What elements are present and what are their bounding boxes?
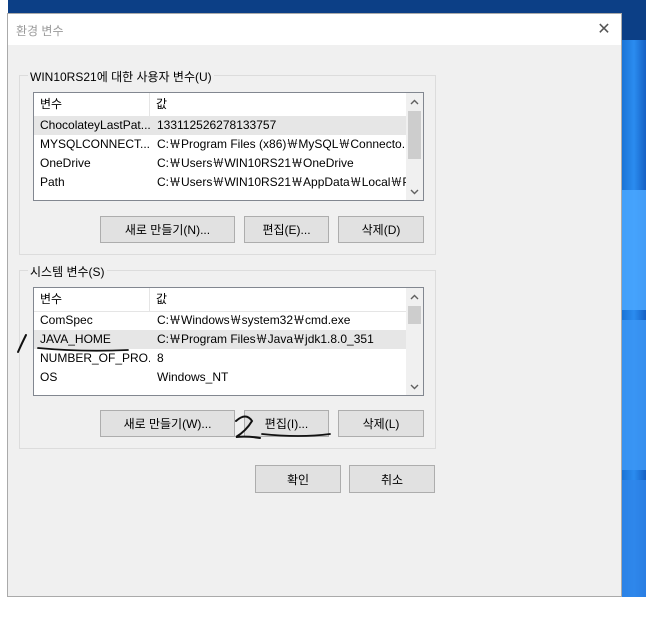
column-header-value[interactable]: 값 [150, 288, 407, 311]
list-header: 변수 값 [34, 288, 407, 312]
scroll-up-icon[interactable] [406, 93, 423, 110]
user-edit-button[interactable]: 편집(E)... [244, 216, 329, 243]
user-new-button[interactable]: 새로 만들기(N)... [100, 216, 235, 243]
desktop-window-pane [620, 190, 646, 310]
system-delete-button[interactable]: 삭제(L) [338, 410, 424, 437]
variable-value: C:￦Program Files￦Java￦jdk1.8.0_351 [157, 332, 374, 346]
vertical-scrollbar[interactable] [406, 288, 423, 395]
column-header-variable[interactable]: 변수 [34, 288, 150, 311]
scroll-down-icon[interactable] [406, 378, 423, 395]
variable-value: C:￦Users￦WIN10RS21￦OneDrive [157, 156, 354, 170]
variable-name: ComSpec [40, 313, 93, 327]
user-variables-group-label: WIN10RS21에 대한 사용자 변수(U) [28, 68, 214, 85]
table-row[interactable]: ComSpec C:￦Windows￦system32￦cmd.exe [34, 311, 407, 330]
close-icon[interactable]: ✕ [593, 18, 615, 40]
variable-name: OneDrive [40, 156, 91, 170]
variable-value: C:￦Program Files (x86)￦MySQL￦Connecto... [157, 137, 407, 151]
variable-value: 8 [157, 351, 164, 365]
ok-button[interactable]: 확인 [255, 465, 341, 493]
scroll-thumb[interactable] [408, 306, 421, 324]
system-new-button[interactable]: 새로 만들기(W)... [100, 410, 235, 437]
environment-variables-dialog: 환경 변수 ✕ WIN10RS21에 대한 사용자 변수(U) 변수 값 Cho… [7, 13, 622, 597]
variable-name: OS [40, 370, 58, 384]
user-variables-list[interactable]: 변수 값 ChocolateyLastPat... 13311252627813… [33, 92, 424, 201]
user-variables-group: WIN10RS21에 대한 사용자 변수(U) 변수 값 ChocolateyL… [19, 68, 436, 255]
system-variables-group: 시스템 변수(S) 변수 값 ComSpec C:￦Windows￦system… [19, 263, 436, 449]
variable-name: JAVA_HOME [40, 332, 111, 346]
table-row[interactable]: MYSQLCONNECT... C:￦Program Files (x86)￦M… [34, 135, 407, 154]
variable-name: ChocolateyLastPat... [40, 118, 150, 132]
variable-name: NUMBER_OF_PRO... [40, 351, 150, 365]
user-delete-button[interactable]: 삭제(D) [338, 216, 424, 243]
variable-value: Windows_NT [157, 370, 229, 384]
scroll-up-icon[interactable] [406, 288, 423, 305]
table-row[interactable]: Path C:￦Users￦WIN10RS21￦AppData￦Local￦P.… [34, 173, 407, 192]
title-bar[interactable]: 환경 변수 ✕ [8, 14, 621, 45]
system-edit-button[interactable]: 편집(I)... [244, 410, 329, 437]
variable-name: Path [40, 175, 65, 189]
variable-value: C:￦Windows￦system32￦cmd.exe [157, 313, 351, 327]
column-header-value[interactable]: 값 [150, 93, 407, 116]
system-variables-group-label: 시스템 변수(S) [28, 263, 107, 280]
variable-value: 133112526278133757 [157, 118, 277, 132]
list-header: 변수 값 [34, 93, 407, 117]
screen-margin [0, 597, 646, 637]
variable-name: MYSQLCONNECT... [40, 137, 150, 151]
table-row[interactable]: OneDrive C:￦Users￦WIN10RS21￦OneDrive [34, 154, 407, 173]
table-row[interactable]: OS Windows_NT [34, 368, 407, 387]
scroll-thumb[interactable] [408, 111, 421, 159]
system-variables-list[interactable]: 변수 값 ComSpec C:￦Windows￦system32￦cmd.exe… [33, 287, 424, 396]
desktop-window-pane [620, 320, 646, 470]
table-row[interactable]: ChocolateyLastPat... 133112526278133757 [34, 116, 407, 135]
scroll-down-icon[interactable] [406, 183, 423, 200]
desktop-window-pane [620, 480, 646, 600]
window-title: 환경 변수 [16, 24, 64, 38]
vertical-scrollbar[interactable] [406, 93, 423, 200]
table-row[interactable]: NUMBER_OF_PRO... 8 [34, 349, 407, 368]
column-header-variable[interactable]: 변수 [34, 93, 150, 116]
table-row[interactable]: JAVA_HOME C:￦Program Files￦Java￦jdk1.8.0… [34, 330, 407, 349]
variable-value: C:￦Users￦WIN10RS21￦AppData￦Local￦P... [157, 175, 407, 189]
cancel-button[interactable]: 취소 [349, 465, 435, 493]
